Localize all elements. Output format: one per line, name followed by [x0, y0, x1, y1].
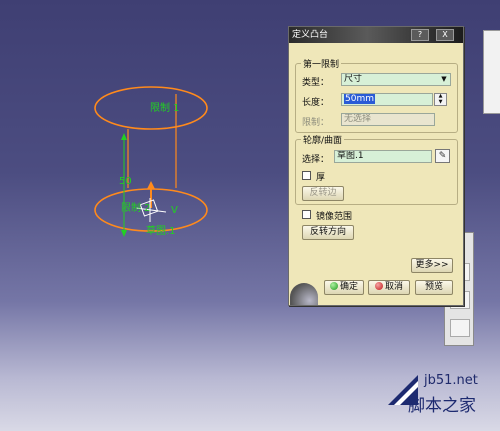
limit-label: 限制： — [302, 118, 330, 128]
watermark: jb51.net 脚本之家 — [384, 371, 500, 431]
limit2-label: 限制 2 — [121, 201, 151, 214]
mirror-extent-checkbox[interactable] — [302, 210, 311, 219]
type-dropdown[interactable]: 尺寸 ▼ — [341, 73, 451, 86]
toolbar-tool-icon[interactable] — [450, 319, 470, 337]
dialog-decoration — [290, 283, 318, 305]
preview-button[interactable]: 预览 — [415, 280, 453, 295]
type-dropdown-value: 尺寸 — [344, 74, 363, 84]
direction-arrowhead-icon — [147, 181, 155, 189]
sketch-label: 草图.1 — [146, 225, 176, 237]
selection-field[interactable]: 草图.1 — [334, 150, 432, 163]
dialog-titlebar[interactable]: 定义凸台 ? X — [289, 27, 463, 43]
ok-button[interactable]: 确定 — [324, 280, 364, 295]
dimension-arrow-up-icon — [121, 133, 127, 140]
length-label: 长度： — [302, 98, 330, 108]
limit-value: 无选择 — [344, 114, 372, 124]
cancel-button[interactable]: 取消 — [368, 280, 410, 295]
thick-checkbox[interactable] — [302, 171, 311, 180]
profile-group-label: 轮廓/曲面 — [301, 133, 345, 146]
pad-definition-dialog: 定义凸台 ? X 第一限制 类型： 尺寸 ▼ 长度： 50mm ▲ ▼ 限制： … — [288, 26, 464, 306]
help-button[interactable]: ? — [411, 29, 429, 41]
sketcher-icon[interactable]: ✎ — [435, 149, 450, 163]
length-spinner[interactable]: ▲ ▼ — [434, 93, 447, 106]
length-input[interactable]: 50mm — [341, 93, 433, 106]
cancel-icon — [374, 282, 383, 290]
dimension-arrow-down-icon — [121, 230, 127, 237]
more-button[interactable]: 更多>> — [411, 258, 453, 273]
reverse-side-button[interactable]: 反转边 — [302, 186, 344, 201]
ok-label: 确定 — [339, 282, 358, 292]
thick-label: 厚 — [316, 173, 326, 183]
watermark-name: 脚本之家 — [408, 396, 476, 416]
limit-field: 无选择 — [341, 113, 435, 126]
close-button[interactable]: X — [436, 29, 454, 41]
reverse-direction-button[interactable]: 反转方向 — [302, 225, 354, 240]
limit1-label: 限制 1 — [150, 101, 180, 114]
ok-icon — [329, 282, 338, 290]
toolbar-top-right[interactable] — [483, 30, 500, 114]
watermark-url: jb51.net — [424, 373, 478, 388]
cancel-label: 取消 — [384, 282, 403, 292]
axis-v-label: V — [171, 205, 178, 216]
selection-value: 草图.1 — [337, 151, 364, 161]
length-value: 50mm — [344, 94, 375, 104]
mirror-extent-label: 镜像范围 — [316, 212, 353, 222]
dialog-title: 定义凸台 — [292, 30, 329, 40]
type-label: 类型： — [302, 78, 330, 88]
spin-down-icon[interactable]: ▼ — [435, 100, 446, 106]
dimension-value-label: 50 — [119, 176, 132, 187]
first-limit-group-label: 第一限制 — [301, 57, 342, 70]
selection-label: 选择： — [302, 155, 330, 165]
chevron-down-icon[interactable]: ▼ — [439, 75, 449, 84]
